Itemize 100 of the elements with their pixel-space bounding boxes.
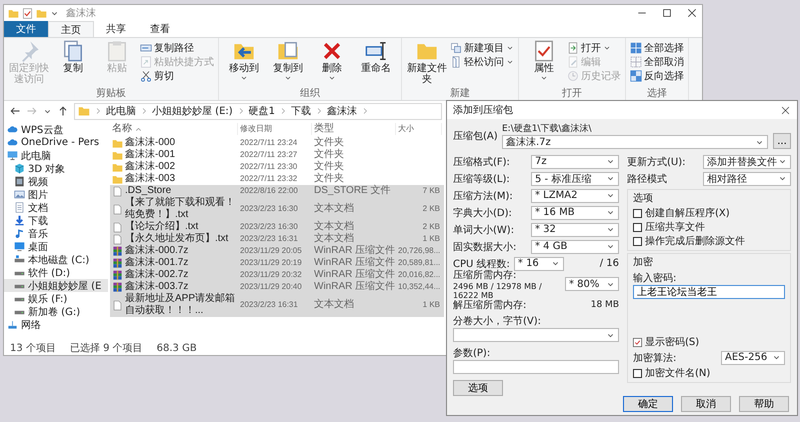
ribbon-button[interactable]: 新建文件夹 (406, 40, 448, 88)
sidebar-item[interactable]: WPS云盘 (4, 123, 108, 136)
checkbox[interactable] (633, 222, 642, 232)
breadcrumb-item[interactable]: 此电脑 (106, 104, 136, 118)
sidebar-item[interactable]: 新加卷 (G:) (4, 305, 108, 318)
ribbon-tab[interactable]: 主页 (48, 21, 94, 37)
checkbox-label[interactable]: 操作完成后删除源文件 (645, 234, 745, 248)
select-all-icon[interactable] (630, 42, 642, 54)
dialog-button[interactable]: 帮助 (739, 396, 789, 412)
sidebar-item[interactable]: 娱乐 (F:) (4, 292, 108, 305)
file-row[interactable]: 鑫沫沫-000.7z 2023/11/29 20:05 WinRAR 压缩文件 20,726,98... (110, 245, 444, 257)
file-row[interactable]: 鑫沫沫-002.7z 2023/11/29 20:32 WinRAR 压缩文件 20,016,82... (110, 269, 444, 281)
ribbon-button[interactable]: 复制到 (267, 40, 309, 88)
dropdown[interactable]: * 4 GB (531, 240, 619, 254)
sidebar-item[interactable]: 音乐 (4, 227, 108, 240)
checkbox-label[interactable]: 创建自解压程序(X) (645, 206, 730, 220)
sidebar-item[interactable]: 小姐姐妙妙屋 (E (4, 279, 108, 292)
ribbon-button[interactable]: 全部取消 (630, 55, 684, 68)
breadcrumb-item[interactable]: 小姐姐妙妙屋 (E:) (152, 104, 233, 118)
delete-icon[interactable] (321, 40, 343, 62)
open-icon[interactable] (567, 42, 579, 54)
params-field[interactable] (453, 360, 619, 374)
dropdown[interactable]: * 32 (531, 222, 619, 236)
chevron-icon[interactable] (94, 107, 102, 115)
sidebar-item[interactable]: 图片 (4, 188, 108, 201)
sidebar-item[interactable]: 3D 对象 (4, 162, 108, 175)
up-arrow-icon[interactable] (57, 105, 69, 117)
caret-icon[interactable] (284, 74, 292, 82)
invert-selection-icon[interactable] (630, 70, 642, 82)
dropdown[interactable]: AES-256 (721, 350, 785, 364)
ribbon-button[interactable]: 移动到 (223, 40, 265, 88)
options-button[interactable]: 选项 (453, 380, 503, 396)
sidebar-item[interactable]: 软件 (D:) (4, 266, 108, 279)
ribbon-button[interactable]: 打开 (567, 41, 621, 54)
ribbon-button[interactable]: 反向选择 (630, 69, 684, 82)
sidebar-item[interactable]: 桌面 (4, 240, 108, 253)
dropdown[interactable]: 添加并替换文件 (703, 154, 791, 168)
dialog-button[interactable]: 确定 (623, 396, 673, 412)
chevron-icon[interactable] (279, 107, 288, 115)
path-icon[interactable] (140, 42, 152, 54)
properties-icon[interactable] (533, 40, 555, 62)
copy-icon[interactable] (62, 40, 84, 62)
dropdown[interactable]: * 16 (514, 256, 564, 270)
properties-icon[interactable] (22, 8, 33, 18)
ribbon-button[interactable]: 删除 (311, 40, 353, 88)
caret-icon[interactable] (328, 74, 336, 82)
file-row[interactable]: 鑫沫沫-003 2022/7/11 23:32 文件夹 (110, 173, 444, 185)
caret-icon[interactable] (540, 74, 548, 82)
close-icon[interactable] (686, 7, 698, 19)
dropdown[interactable]: 相对路径 (703, 172, 791, 186)
file-row[interactable]: 鑫沫沫-003.7z 2023/11/29 20:40 WinRAR 压缩文件 10,352,44... (110, 281, 444, 293)
ribbon-button[interactable]: 重命名 (355, 40, 397, 88)
sidebar-item[interactable]: 此电脑 (4, 149, 108, 162)
chevron-icon[interactable] (140, 107, 148, 115)
ribbon-tab[interactable]: 查看 (138, 21, 182, 37)
copy-folder-icon[interactable] (277, 40, 299, 62)
caret-icon[interactable] (240, 74, 248, 82)
breadcrumb-item[interactable]: 下载 (291, 104, 312, 118)
ribbon-button[interactable]: 新建项目 (450, 41, 514, 54)
ribbon-button[interactable]: 复制路径 (140, 41, 214, 54)
back-arrow-icon[interactable] (9, 105, 21, 117)
scissors-icon[interactable] (140, 70, 152, 82)
file-row[interactable]: 【论坛介绍】.txt 2023/2/23 16:30 文本文档 2 KB (110, 221, 444, 233)
dropdown[interactable]: * 80% (565, 277, 619, 291)
ribbon-button[interactable]: 剪切 (140, 69, 214, 82)
close-icon[interactable] (780, 104, 791, 116)
chevron-icon[interactable] (315, 107, 324, 115)
checkbox-label[interactable]: 加密文件名(N) (645, 366, 710, 380)
column-header[interactable]: 大小 (396, 123, 442, 135)
dropdown[interactable]: 5 - 标准压缩 (531, 172, 619, 186)
file-row[interactable]: 鑫沫沫-001.7z 2023/11/29 20:19 WinRAR 压缩文件 20,589,81... (110, 257, 444, 269)
checkbox[interactable] (633, 338, 642, 346)
sidebar-item[interactable]: OneDrive - Pers (4, 136, 108, 149)
checkbox-label[interactable]: 压缩共享文件 (645, 220, 705, 234)
sidebar-item[interactable]: 视频 (4, 175, 108, 188)
column-header[interactable]: 类型 (312, 123, 396, 135)
sidebar-item[interactable]: 文档 (4, 201, 108, 214)
dropdown[interactable]: * 16 MB (531, 206, 619, 220)
breadcrumb-item[interactable]: 硬盘1 (248, 104, 276, 118)
dropdown[interactable]: * LZMA2 (531, 188, 619, 202)
document-icon[interactable] (450, 56, 462, 68)
file-row[interactable]: 鑫沫沫-000 2022/7/11 23:24 文件夹 (110, 137, 444, 149)
browse-button[interactable]: ... (773, 133, 791, 149)
checkbox[interactable] (633, 368, 642, 378)
ribbon-button[interactable]: 属性 (523, 40, 565, 88)
checkbox-label[interactable]: 显示密码(S) (645, 335, 700, 349)
dialog-button[interactable]: 取消 (681, 396, 731, 412)
new-item-icon[interactable] (450, 42, 462, 54)
ribbon-button[interactable]: 全部选择 (630, 41, 684, 54)
breadcrumb-item[interactable]: 鑫沫沫 (327, 104, 358, 118)
sidebar-item[interactable]: 下载 (4, 214, 108, 227)
ribbon-button[interactable]: 复制 (52, 40, 94, 88)
checkbox[interactable] (633, 208, 642, 218)
file-row[interactable]: 鑫沫沫-002 2022/7/11 23:30 文件夹 (110, 161, 444, 173)
file-menu-tab[interactable]: 文件 (4, 21, 48, 37)
checkbox[interactable] (633, 236, 642, 246)
caret-icon[interactable] (603, 44, 611, 52)
address-bar[interactable]: 此电脑 小姐姐妙妙屋 (E:) 硬盘1 下载 鑫沫沫 (74, 102, 442, 120)
dropdown[interactable]: 鑫沫沫.7z (502, 135, 768, 149)
password-field[interactable]: 上老王论坛当老王 (633, 285, 785, 299)
